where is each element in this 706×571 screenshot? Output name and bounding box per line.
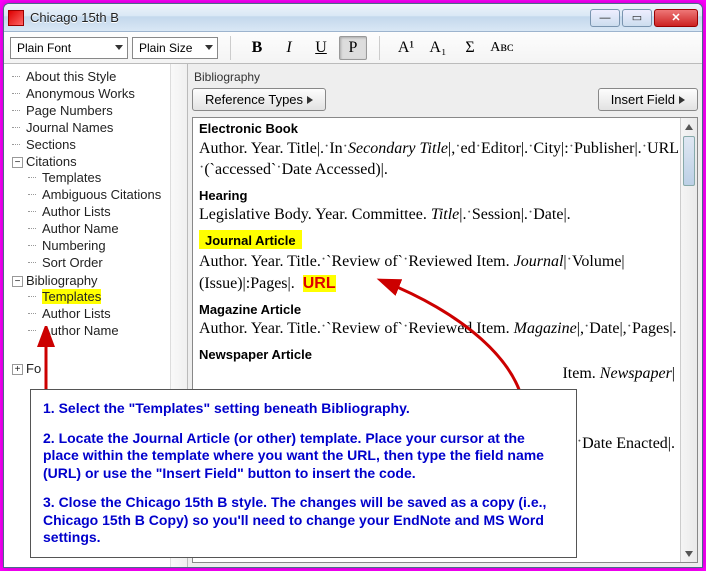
instruction-overlay: 1. Select the "Templates" setting beneat… <box>30 389 577 558</box>
instruction-3: 3. Close the Chicago 15th B style. The c… <box>43 494 564 547</box>
chevron-down-icon <box>115 45 123 50</box>
template-magazine[interactable]: Magazine Article Author. Year. Title.·`R… <box>193 299 697 344</box>
panel-label: Bibliography <box>192 68 698 88</box>
subscript-button[interactable]: A₁ <box>424 36 452 60</box>
template-head-ebook: Electronic Book <box>193 118 697 138</box>
template-hearing[interactable]: Hearing Legislative Body. Year. Committe… <box>193 185 697 230</box>
scroll-up-icon[interactable] <box>681 118 697 135</box>
template-ebook[interactable]: Electronic Book Author. Year. Title|.·In… <box>193 118 697 185</box>
template-body-newspaper[interactable]: Item. Newspaper| <box>193 363 697 389</box>
template-body-magazine[interactable]: Author. Year. Title.·`Review of`·Reviewe… <box>193 318 697 344</box>
tree-item-sortorder[interactable]: Sort Order <box>28 254 187 271</box>
close-button[interactable]: ✕ <box>654 9 698 27</box>
template-head-magazine: Magazine Article <box>193 299 697 319</box>
scroll-thumb[interactable] <box>683 136 695 186</box>
template-head-hearing: Hearing <box>193 185 697 205</box>
nav-tree[interactable]: About this Style Anonymous Works Page Nu… <box>6 68 187 377</box>
font-combo-value: Plain Font <box>17 41 71 55</box>
tree-label-fo: Fo <box>26 361 41 376</box>
collapse-icon[interactable]: − <box>12 276 23 287</box>
template-body-journal[interactable]: Author. Year. Title.·`Review of`·Reviewe… <box>193 251 697 298</box>
button-row: Reference Types Insert Field <box>192 88 698 111</box>
tree-item-anon[interactable]: Anonymous Works <box>12 85 187 102</box>
reference-types-button[interactable]: Reference Types <box>192 88 326 111</box>
tree-item-about[interactable]: About this Style <box>12 68 187 85</box>
tree-item-bib-authorlists[interactable]: Author Lists <box>28 305 187 322</box>
collapse-icon[interactable]: − <box>12 157 23 168</box>
underline-button[interactable]: U <box>307 36 335 60</box>
instruction-2: 2. Locate the Journal Article (or other)… <box>43 430 564 483</box>
tree-label-bibliography: Bibliography <box>26 273 98 288</box>
scroll-down-icon[interactable] <box>681 545 697 562</box>
size-combo-value: Plain Size <box>139 41 192 55</box>
window-title: Chicago 15th B <box>30 10 590 25</box>
template-head-journal: Journal Article <box>199 230 302 250</box>
separator <box>230 36 231 60</box>
tree-item-numbering[interactable]: Numbering <box>28 237 187 254</box>
instruction-1: 1. Select the "Templates" setting beneat… <box>43 400 564 418</box>
url-field-highlight: URL <box>303 275 336 292</box>
tree-item-pagenums[interactable]: Page Numbers <box>12 102 187 119</box>
expand-icon[interactable]: + <box>12 364 23 375</box>
plain-button[interactable]: P <box>339 36 367 60</box>
tree-label-citations: Citations <box>26 154 77 169</box>
superscript-button[interactable]: A¹ <box>392 36 420 60</box>
bold-button[interactable]: B <box>243 36 271 60</box>
maximize-button[interactable]: ▭ <box>622 9 652 27</box>
minimize-button[interactable]: — <box>590 9 620 27</box>
tree-item-fo[interactable]: +Fo <box>12 360 187 377</box>
template-head-newspaper: Newspaper Article <box>193 344 697 364</box>
template-newspaper[interactable]: Newspaper Article Item. Newspaper| <box>193 344 697 389</box>
insert-field-button[interactable]: Insert Field <box>598 88 698 111</box>
tree-item-sections[interactable]: Sections <box>12 136 187 153</box>
scrollbar[interactable] <box>680 118 697 562</box>
tree-label-bib-templates: Templates <box>42 289 101 304</box>
format-toolbar: Plain Font Plain Size B I U P A¹ A₁ Σ Aʙ… <box>4 32 702 64</box>
tree-item-bib-authorname[interactable]: Author Name <box>28 322 187 339</box>
tree-item-cit-templates[interactable]: Templates <box>28 169 187 186</box>
tree-item-ambiguous[interactable]: Ambiguous Citations <box>28 186 187 203</box>
chevron-right-icon <box>679 96 685 104</box>
separator <box>379 36 380 60</box>
size-combo[interactable]: Plain Size <box>132 37 218 59</box>
insert-field-label: Insert Field <box>611 92 675 107</box>
smallcaps-button[interactable]: Aʙᴄ <box>488 36 516 60</box>
tree-item-journalnames[interactable]: Journal Names <box>12 119 187 136</box>
reference-types-label: Reference Types <box>205 92 303 107</box>
italic-button[interactable]: I <box>275 36 303 60</box>
template-journal[interactable]: Journal Article Author. Year. Title.·`Re… <box>193 230 697 299</box>
app-icon <box>8 10 24 26</box>
chevron-down-icon <box>205 45 213 50</box>
sigma-button[interactable]: Σ <box>456 36 484 60</box>
chevron-right-icon <box>307 96 313 104</box>
template-body-ebook[interactable]: Author. Year. Title|.·In·Secondary Title… <box>193 138 697 185</box>
font-combo[interactable]: Plain Font <box>10 37 128 59</box>
tree-item-cit-authorname[interactable]: Author Name <box>28 220 187 237</box>
tree-item-cit-authorlists[interactable]: Author Lists <box>28 203 187 220</box>
tree-item-bibliography[interactable]: −Bibliography Templates Author Lists Aut… <box>12 272 187 340</box>
tree-item-bib-templates[interactable]: Templates <box>28 288 187 305</box>
titlebar[interactable]: Chicago 15th B — ▭ ✕ <box>4 4 702 32</box>
tree-item-citations[interactable]: −Citations Templates Ambiguous Citations… <box>12 153 187 272</box>
template-body-hearing[interactable]: Legislative Body. Year. Committee. Title… <box>193 204 697 230</box>
